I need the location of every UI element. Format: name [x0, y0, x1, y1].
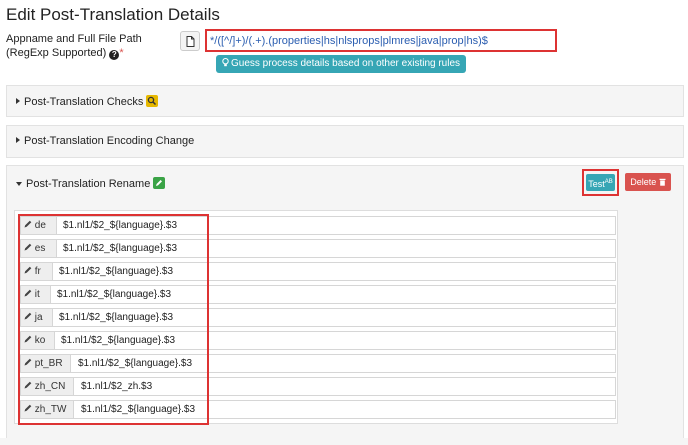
- rename-rules-highlight: [18, 214, 209, 425]
- question-circle-icon[interactable]: ?: [109, 50, 120, 60]
- path-input-highlight: [205, 29, 557, 52]
- test-button-highlight: TestAB: [582, 169, 619, 196]
- delete-button-label: Delete: [630, 177, 657, 187]
- required-mark: *: [119, 47, 124, 59]
- pencil-square-icon[interactable]: [153, 177, 166, 189]
- post-translation-checks-panel[interactable]: Post-Translation Checks: [6, 85, 684, 117]
- page-bottom-edge: [0, 438, 688, 445]
- caret-right-icon: [16, 137, 20, 143]
- encoding-panel-title: Post-Translation Encoding Change: [24, 135, 195, 147]
- test-button-label: Test: [588, 179, 605, 189]
- lightbulb-icon: [222, 58, 229, 67]
- app-file-path-input[interactable]: [210, 33, 552, 48]
- path-label-line2-wrap: (RegExp Supported) ? *: [6, 46, 142, 60]
- rename-panel-header[interactable]: Post-Translation Rename: [16, 177, 166, 190]
- guess-process-button[interactable]: Guess process details based on other exi…: [216, 55, 467, 73]
- path-label-line2: (RegExp Supported): [6, 47, 107, 59]
- trash-icon: [659, 178, 666, 186]
- caret-right-icon: [16, 98, 20, 104]
- delete-button[interactable]: Delete: [625, 173, 671, 191]
- post-translation-encoding-panel[interactable]: Post-Translation Encoding Change: [6, 125, 684, 158]
- checks-panel-header[interactable]: Post-Translation Checks: [16, 95, 159, 108]
- search-icon: [146, 95, 159, 107]
- path-field-label: Appname and Full File Path (RegExp Suppo…: [6, 32, 142, 60]
- test-button[interactable]: TestAB: [586, 174, 615, 191]
- encoding-panel-header[interactable]: Post-Translation Encoding Change: [16, 135, 194, 147]
- rename-panel-title: Post-Translation Rename: [26, 178, 151, 190]
- page-title: Edit Post-Translation Details: [6, 5, 220, 24]
- checks-panel-title: Post-Translation Checks: [24, 96, 144, 108]
- caret-down-icon: [16, 182, 22, 186]
- file-browse-button[interactable]: [180, 31, 200, 51]
- test-button-sup: AB: [604, 179, 613, 185]
- guess-button-label: Guess process details based on other exi…: [231, 58, 461, 69]
- path-label-line1: Appname and Full File Path: [6, 33, 142, 45]
- file-icon: [186, 35, 194, 47]
